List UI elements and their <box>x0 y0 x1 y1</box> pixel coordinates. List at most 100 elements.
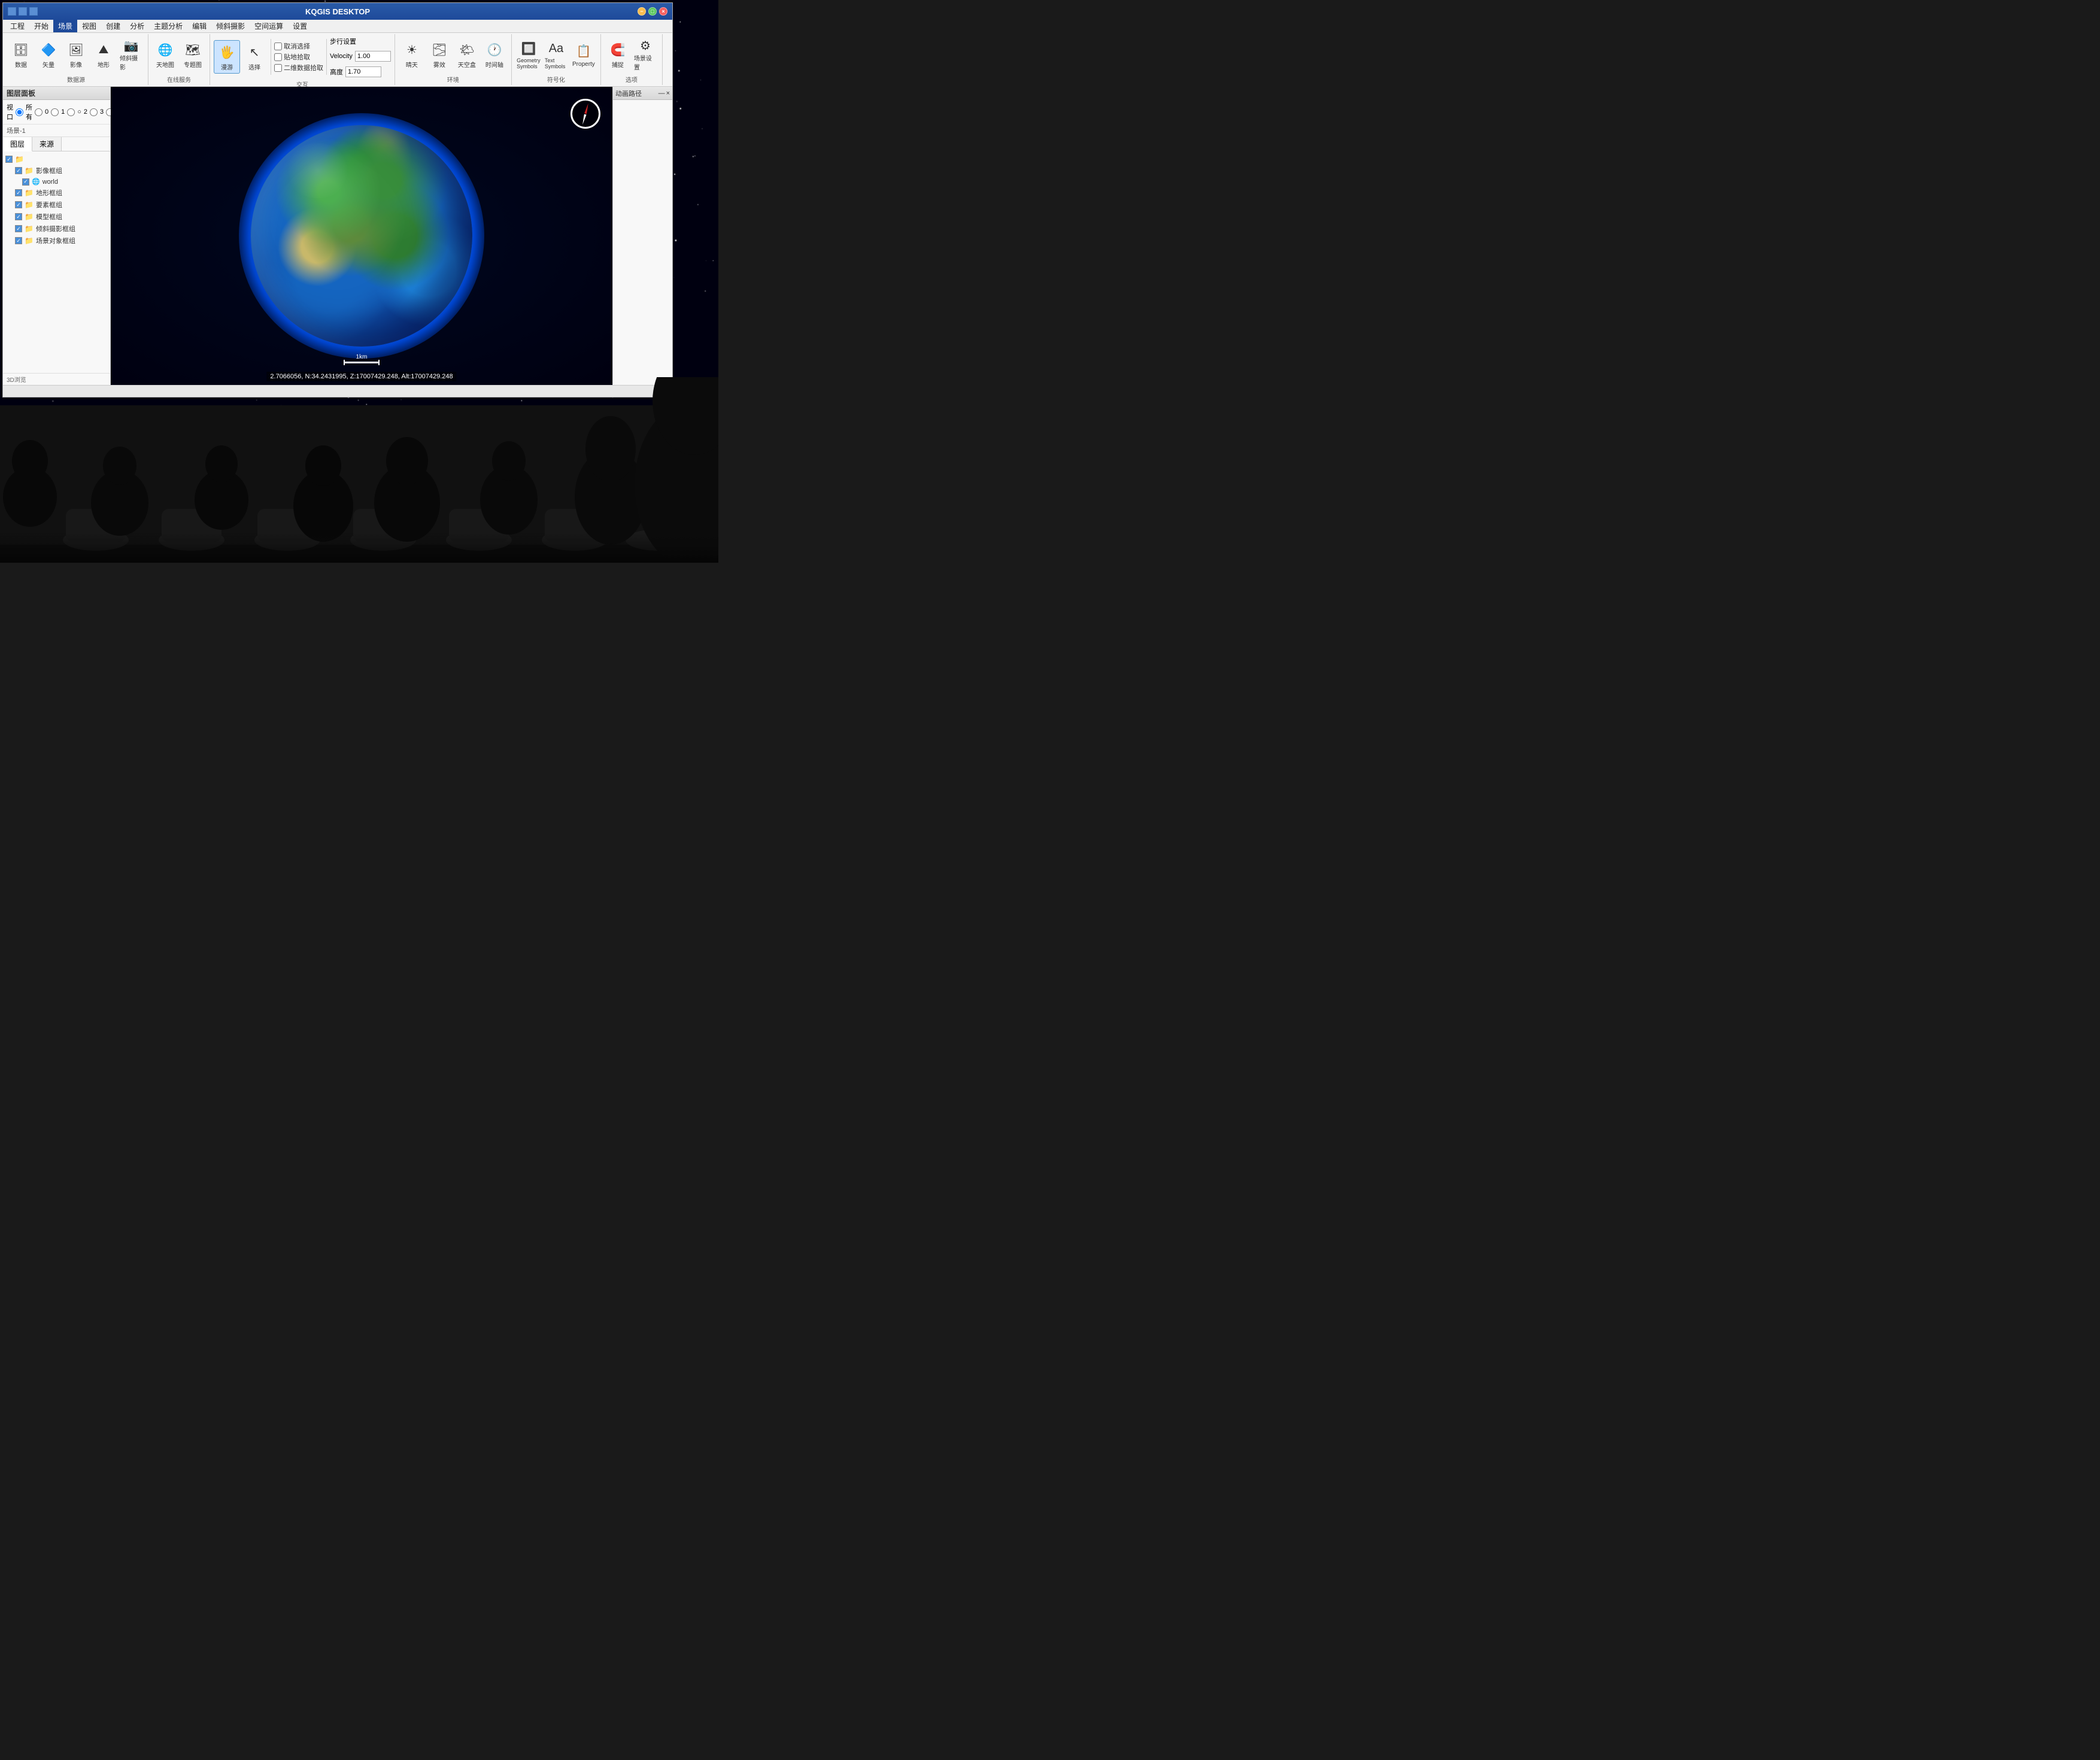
img-checkbox[interactable] <box>15 167 22 174</box>
tb-text-sym-btn[interactable]: Aa Text Symbols <box>543 38 569 71</box>
browse-icon: 🖐 <box>217 43 236 62</box>
tabs-row: 图层 来源 <box>3 137 110 151</box>
model-checkbox[interactable] <box>15 213 22 220</box>
viewport-1-radio[interactable] <box>51 108 59 116</box>
map-area[interactable]: 1km 2.7066056, N:34.2431995, Z:17007429.… <box>111 87 612 385</box>
projected-screen: KQGIS DESKTOP − □ × 工程 开始 场景 视图 创建 分析 主题… <box>0 0 718 405</box>
close-button[interactable]: × <box>659 7 667 16</box>
software-ui: KQGIS DESKTOP − □ × 工程 开始 场景 视图 创建 分析 主题… <box>2 2 673 397</box>
right-panel-controls: — × <box>658 90 670 97</box>
element-checkbox[interactable] <box>15 201 22 208</box>
viewport-2-radio[interactable] <box>67 108 75 116</box>
data-icon: 🗄 <box>11 41 31 60</box>
scene-label: 场景-1 <box>3 125 110 137</box>
property-icon: 📋 <box>574 42 593 61</box>
terrain-checkbox[interactable] <box>15 189 22 196</box>
maximize-button[interactable]: □ <box>648 7 657 16</box>
panel-title: 图层面板 <box>3 87 110 100</box>
tb-scene-settings-btn[interactable]: ⚙ 场景设置 <box>632 38 658 71</box>
world-label: world <box>43 178 58 186</box>
menu-settings[interactable]: 设置 <box>288 20 312 32</box>
sunny-icon: ☀ <box>402 41 421 60</box>
env-section-title: 环境 <box>447 75 459 84</box>
minimize-button[interactable]: − <box>638 7 646 16</box>
title-bar-controls[interactable]: − □ × <box>638 7 667 16</box>
terrain-icon: ⛰ <box>94 41 113 60</box>
tb-browse-btn[interactable]: 🖐 漫游 <box>214 40 240 74</box>
skybox-icon: 🌤 <box>457 41 477 60</box>
tb-select-btn[interactable]: ↖ 选择 <box>241 40 268 74</box>
toolbar-env-row: ☀ 晴天 🌫 雾效 🌤 天空盒 🕐 时间轴 <box>399 35 508 74</box>
viewport-radio-row: 视口 所有 0 1 ○ 2 3 4 <box>3 100 110 125</box>
scene-obj-checkbox[interactable] <box>15 237 22 244</box>
height-input[interactable] <box>345 66 381 77</box>
tb-vector-btn[interactable]: 🔷 矢量 <box>35 38 62 71</box>
compass-needle-south <box>581 114 587 125</box>
tb-sunny-btn[interactable]: ☀ 晴天 <box>399 38 425 71</box>
check-2d: 二维数据拾取 <box>274 63 323 72</box>
content-area: 图层面板 视口 所有 0 1 ○ 2 3 <box>3 87 672 385</box>
earth <box>251 125 472 347</box>
toolbar-area: 🗄 数据 🔷 矢量 🖼 影像 ⛰ 地形 <box>3 33 672 87</box>
toolbar-datasource-row: 🗄 数据 🔷 矢量 🖼 影像 ⛰ 地形 <box>8 35 144 74</box>
menu-oblique[interactable]: 倾斜摄影 <box>211 20 250 32</box>
viewport-3-radio[interactable] <box>90 108 98 116</box>
element-label: 要素框组 <box>36 200 62 210</box>
root-checkbox[interactable] <box>5 156 13 163</box>
tb-image-btn[interactable]: 🖼 影像 <box>63 38 89 71</box>
toolbar-browse: 🖐 漫游 ↖ 选择 取消选择 <box>210 34 395 85</box>
tb-terrain-btn[interactable]: ⛰ 地形 <box>90 38 117 71</box>
tab-layers[interactable]: 图层 <box>3 137 32 151</box>
oblique-checkbox[interactable] <box>15 225 22 232</box>
menu-engineering[interactable]: 工程 <box>5 20 29 32</box>
viewport-0-radio[interactable] <box>35 108 43 116</box>
audience-svg <box>0 377 718 563</box>
tab-source[interactable]: 来源 <box>32 137 62 151</box>
menu-theme-analysis[interactable]: 主题分析 <box>149 20 187 32</box>
tb-timeline-btn[interactable]: 🕐 时间轴 <box>481 38 508 71</box>
menu-spatial[interactable]: 空间运算 <box>250 20 288 32</box>
right-panel: 动画路径 — × <box>612 87 672 385</box>
terrain-folder-icon: 📁 <box>25 189 34 197</box>
tb-oblique-btn[interactable]: 📷 倾斜摄影 <box>118 38 144 71</box>
cancel-select-checkbox[interactable] <box>274 43 282 50</box>
compass[interactable] <box>570 99 600 129</box>
menu-edit[interactable]: 编辑 <box>187 20 211 32</box>
right-panel-pin[interactable]: — <box>658 90 665 97</box>
menu-create[interactable]: 创建 <box>101 20 125 32</box>
tb-fog-btn[interactable]: 🌫 雾效 <box>426 38 453 71</box>
tb-property-btn[interactable]: 📋 Property <box>570 38 597 71</box>
tb-tianditu-btn[interactable]: 🌐 天地图 <box>152 38 178 71</box>
tb-snap-btn[interactable]: 🧲 捕捉 <box>605 38 631 71</box>
ground-pick-checkbox[interactable] <box>274 53 282 61</box>
compass-ring <box>570 99 600 129</box>
model-label: 模型框组 <box>36 212 62 221</box>
element-folder-icon: 📁 <box>25 201 34 209</box>
toolbar-symbol: 🔲 Geometry Symbols Aa Text Symbols 📋 Pro… <box>512 34 601 85</box>
list-item: 📁 倾斜摄影框组 <box>5 223 108 235</box>
menu-view[interactable]: 视图 <box>77 20 101 32</box>
viewport-2-label: ○ <box>77 108 81 116</box>
velocity-input[interactable] <box>355 51 391 62</box>
list-item: 📁 <box>5 154 108 165</box>
tb-skybox-btn[interactable]: 🌤 天空盒 <box>454 38 480 71</box>
tb-theme-btn[interactable]: 🗺 专题图 <box>180 38 206 71</box>
tb-geo-sym-btn[interactable]: 🔲 Geometry Symbols <box>515 38 542 71</box>
viewport-all-radio[interactable] <box>16 108 23 116</box>
compass-needle <box>581 103 589 125</box>
menu-analysis[interactable]: 分析 <box>125 20 149 32</box>
oblique-label: 倾斜摄影框组 <box>36 224 75 233</box>
menu-scene[interactable]: 场景 <box>53 20 77 32</box>
toolbar-options-row: 🧲 捕捉 ⚙ 场景设置 <box>605 35 658 74</box>
right-panel-close-icon[interactable]: × <box>666 90 670 97</box>
toolbar-browse-row: 🖐 漫游 ↖ 选择 取消选择 <box>214 35 391 78</box>
menu-start[interactable]: 开始 <box>29 20 53 32</box>
toolbar-env: ☀ 晴天 🌫 雾效 🌤 天空盒 🕐 时间轴 <box>395 34 512 85</box>
tb-data-btn[interactable]: 🗄 数据 <box>8 38 34 71</box>
audience-area <box>0 377 718 563</box>
oblique-icon: 📷 <box>122 38 141 53</box>
scale-label: 1km <box>356 354 368 360</box>
text-sym-icon: Aa <box>547 40 566 57</box>
2d-pick-checkbox[interactable] <box>274 64 282 72</box>
world-checkbox[interactable] <box>22 178 29 186</box>
